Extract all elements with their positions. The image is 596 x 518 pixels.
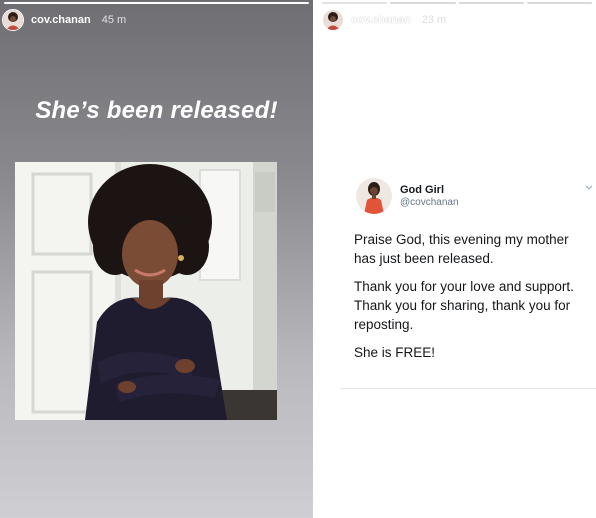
story-header: cov.chanan 45 m — [2, 9, 126, 31]
tweet-paragraph: Praise God, this evening my mother has j… — [354, 232, 569, 266]
user-avatar[interactable] — [322, 9, 344, 31]
story-username[interactable]: cov.chanan — [31, 14, 91, 26]
story-progress-bar — [4, 2, 309, 4]
progress-segment — [390, 2, 456, 4]
chevron-down-icon[interactable] — [584, 182, 594, 192]
story-username[interactable]: cov.chanan — [351, 14, 411, 26]
progress-segment — [458, 2, 524, 4]
story-headline: She’s been released! — [35, 97, 278, 124]
progress-segment — [526, 2, 592, 4]
tweet-avatar[interactable] — [356, 178, 392, 214]
progress-segment — [322, 2, 388, 4]
tweet-paragraph: She is FREE! — [354, 345, 436, 360]
story-left[interactable]: cov.chanan 45 m She’s been released! — [0, 0, 313, 518]
tweet-handle[interactable]: @covchanan — [400, 197, 459, 208]
progress-segment — [4, 2, 309, 4]
tweet-card[interactable]: God Girl @covchanan Praise God, this eve… — [340, 168, 596, 389]
story-timestamp: 45 m — [101, 14, 127, 26]
user-avatar[interactable] — [2, 9, 24, 31]
tweet-display-name[interactable]: God Girl — [400, 184, 459, 196]
tweet-paragraph: Thank you for your love and support. Tha… — [354, 279, 574, 332]
tweet-header: God Girl @covchanan — [356, 178, 459, 214]
story-progress-bar — [322, 2, 592, 4]
story-header: cov.chanan 23 m — [322, 9, 446, 31]
story-timestamp: 23 m — [421, 14, 447, 26]
tweet-body: Praise God, this evening my mother has j… — [354, 230, 594, 371]
story-photo — [15, 162, 277, 420]
